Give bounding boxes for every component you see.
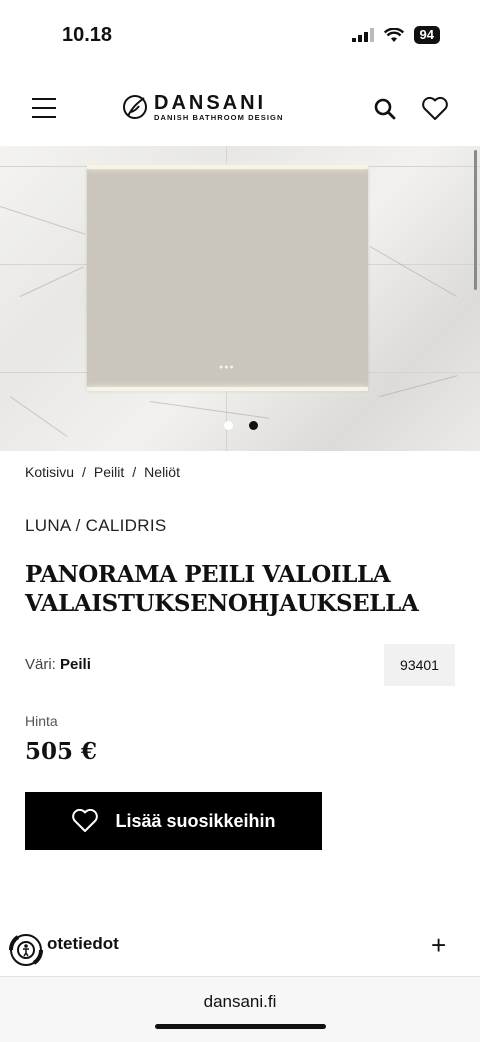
home-indicator[interactable]	[155, 1024, 326, 1029]
add-to-favorites-button[interactable]: Lisää suosikkeihin	[25, 792, 322, 850]
color-label: Väri:	[25, 656, 56, 673]
gallery-pager[interactable]	[224, 421, 258, 430]
logo-mark-icon	[123, 95, 147, 119]
logo-tagline: DANISH BATHROOM DESIGN	[154, 112, 284, 122]
product-title: PANORAMA PEILI VALOILLA VALAISTUKSENOHJA…	[25, 560, 465, 618]
product-details-accordion-label[interactable]: otetiedot	[47, 934, 119, 954]
product-title-line-2: VALAISTUKSENOHJAUKSELLA	[25, 590, 419, 617]
breadcrumb: Kotisivu / Peilit / Neliöt	[25, 464, 180, 480]
price-label: Hinta	[25, 713, 58, 729]
expand-plus-icon[interactable]: +	[431, 932, 446, 958]
dansani-logo[interactable]: DANSANI DANISH BATHROOM DESIGN	[122, 92, 283, 122]
accessibility-widget-icon[interactable]	[9, 933, 43, 967]
scrollbar[interactable]	[474, 150, 477, 290]
product-title-line-1: PANORAMA PEILI VALOILLA	[25, 561, 391, 588]
battery-indicator: 94	[413, 26, 440, 44]
menu-icon[interactable]	[32, 98, 56, 118]
price: 505 €	[25, 738, 98, 765]
product-brand-line: LUNA / CALIDRIS	[25, 516, 167, 535]
breadcrumb-squares[interactable]: Neliöt	[144, 464, 180, 480]
pager-dot-1[interactable]	[224, 421, 233, 430]
mirror-product-image: ●●●	[87, 165, 368, 391]
wifi-icon	[383, 27, 404, 42]
add-to-favorites-label: Lisää suosikkeihin	[115, 810, 276, 831]
touch-control-icon: ●●●	[219, 364, 235, 371]
color-row: Väri: Peili	[25, 656, 91, 673]
color-value: Peili	[60, 656, 91, 673]
wishlist-heart-icon[interactable]	[421, 96, 449, 121]
status-icons: 94	[351, 26, 440, 44]
breadcrumb-home[interactable]: Kotisivu	[25, 464, 74, 480]
logo-name: DANSANI	[154, 91, 267, 114]
breadcrumb-mirrors[interactable]: Peilit	[94, 464, 124, 480]
heart-icon	[72, 809, 99, 832]
browser-url[interactable]: dansani.fi	[0, 992, 480, 1012]
search-icon[interactable]	[374, 98, 396, 120]
signal-icon	[351, 28, 374, 42]
sku-badge: 93401	[384, 644, 455, 686]
pager-dot-2-active[interactable]	[249, 421, 258, 430]
status-time: 10.18	[62, 24, 113, 46]
